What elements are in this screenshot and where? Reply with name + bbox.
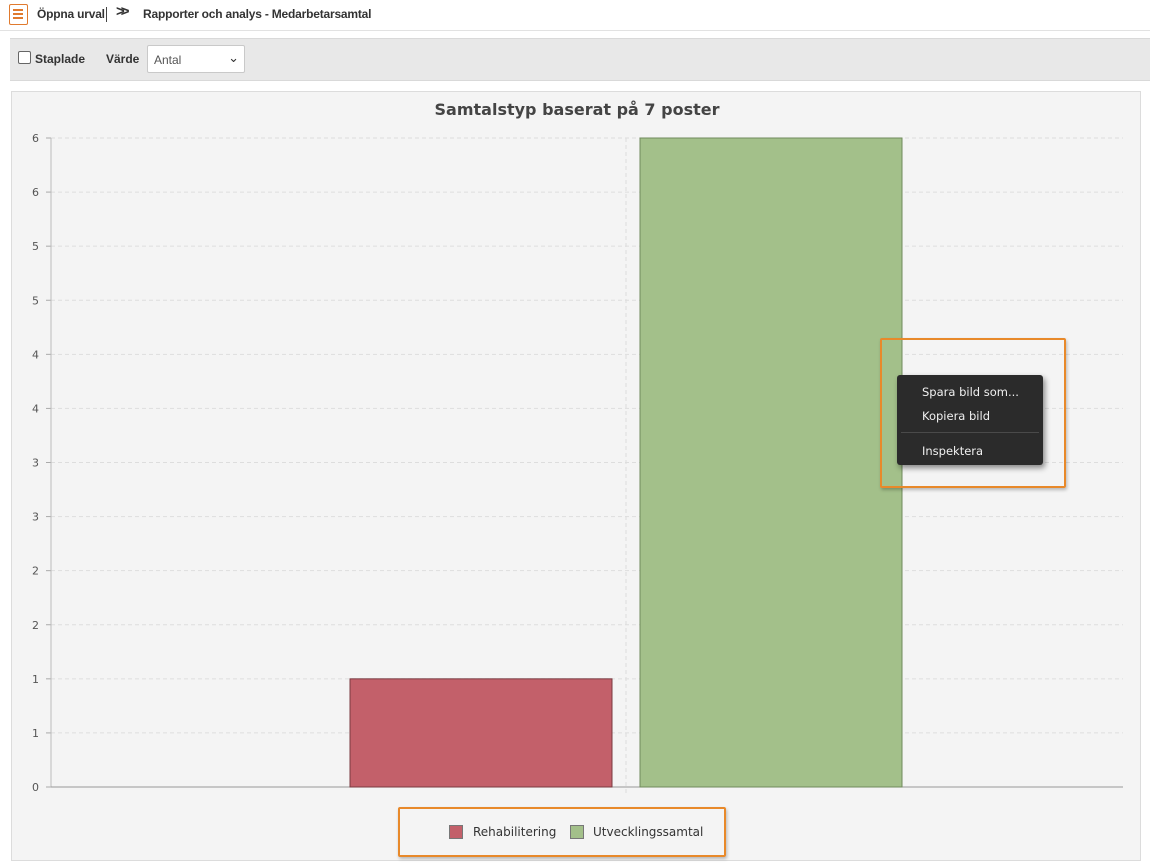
y-tick-label: 6 — [32, 132, 39, 145]
y-tick-label: 6 — [32, 186, 39, 199]
menu-item-inspect[interactable]: Inspektera — [922, 444, 983, 458]
chart-toolbar: Staplade Värde Antal ⌄ — [10, 38, 1150, 81]
y-tick-label: 0 — [32, 781, 39, 794]
y-tick-label: 2 — [32, 565, 39, 578]
stacked-label: Staplade — [35, 52, 86, 66]
stacked-checkbox[interactable] — [18, 51, 31, 64]
chevron-down-icon: ⌄ — [228, 50, 239, 65]
chevron-double-right-icon: >> — [116, 3, 129, 20]
bar-rehabilitering — [349, 678, 613, 788]
open-selection-link[interactable]: Öppna urval — [37, 7, 105, 21]
list-icon[interactable] — [9, 4, 28, 25]
legend-swatch — [449, 825, 463, 839]
legend-swatch — [570, 825, 584, 839]
y-tick-label: 2 — [32, 619, 39, 632]
y-tick-label: 3 — [32, 511, 39, 524]
y-tick-label: 3 — [32, 457, 39, 470]
y-tick-label: 4 — [32, 348, 39, 361]
page-title: Rapporter och analys - Medarbetarsamtal — [143, 7, 372, 21]
context-menu: Spara bild som... Kopiera bild Inspekter… — [897, 375, 1043, 465]
menu-item-save-image[interactable]: Spara bild som... — [922, 385, 1019, 399]
legend-label: Rehabilitering — [473, 825, 557, 839]
y-tick-label: 1 — [32, 673, 39, 686]
menu-divider — [901, 432, 1039, 433]
y-tick-label: 1 — [32, 727, 39, 740]
bar-utvecklingssamtal — [639, 137, 903, 788]
value-select[interactable]: Antal ⌄ — [147, 45, 245, 73]
y-tick-label: 4 — [32, 402, 39, 415]
menu-item-copy-image[interactable]: Kopiera bild — [922, 409, 990, 423]
legend-label: Utvecklingssamtal — [593, 825, 704, 839]
breadcrumb-bar: Öppna urval >> Rapporter och analys - Me… — [0, 0, 1150, 31]
breadcrumb-divider — [106, 7, 107, 22]
value-label: Värde — [106, 52, 140, 66]
y-tick-label: 5 — [32, 240, 39, 253]
value-select-text: Antal — [154, 53, 182, 67]
y-tick-label: 5 — [32, 294, 39, 307]
